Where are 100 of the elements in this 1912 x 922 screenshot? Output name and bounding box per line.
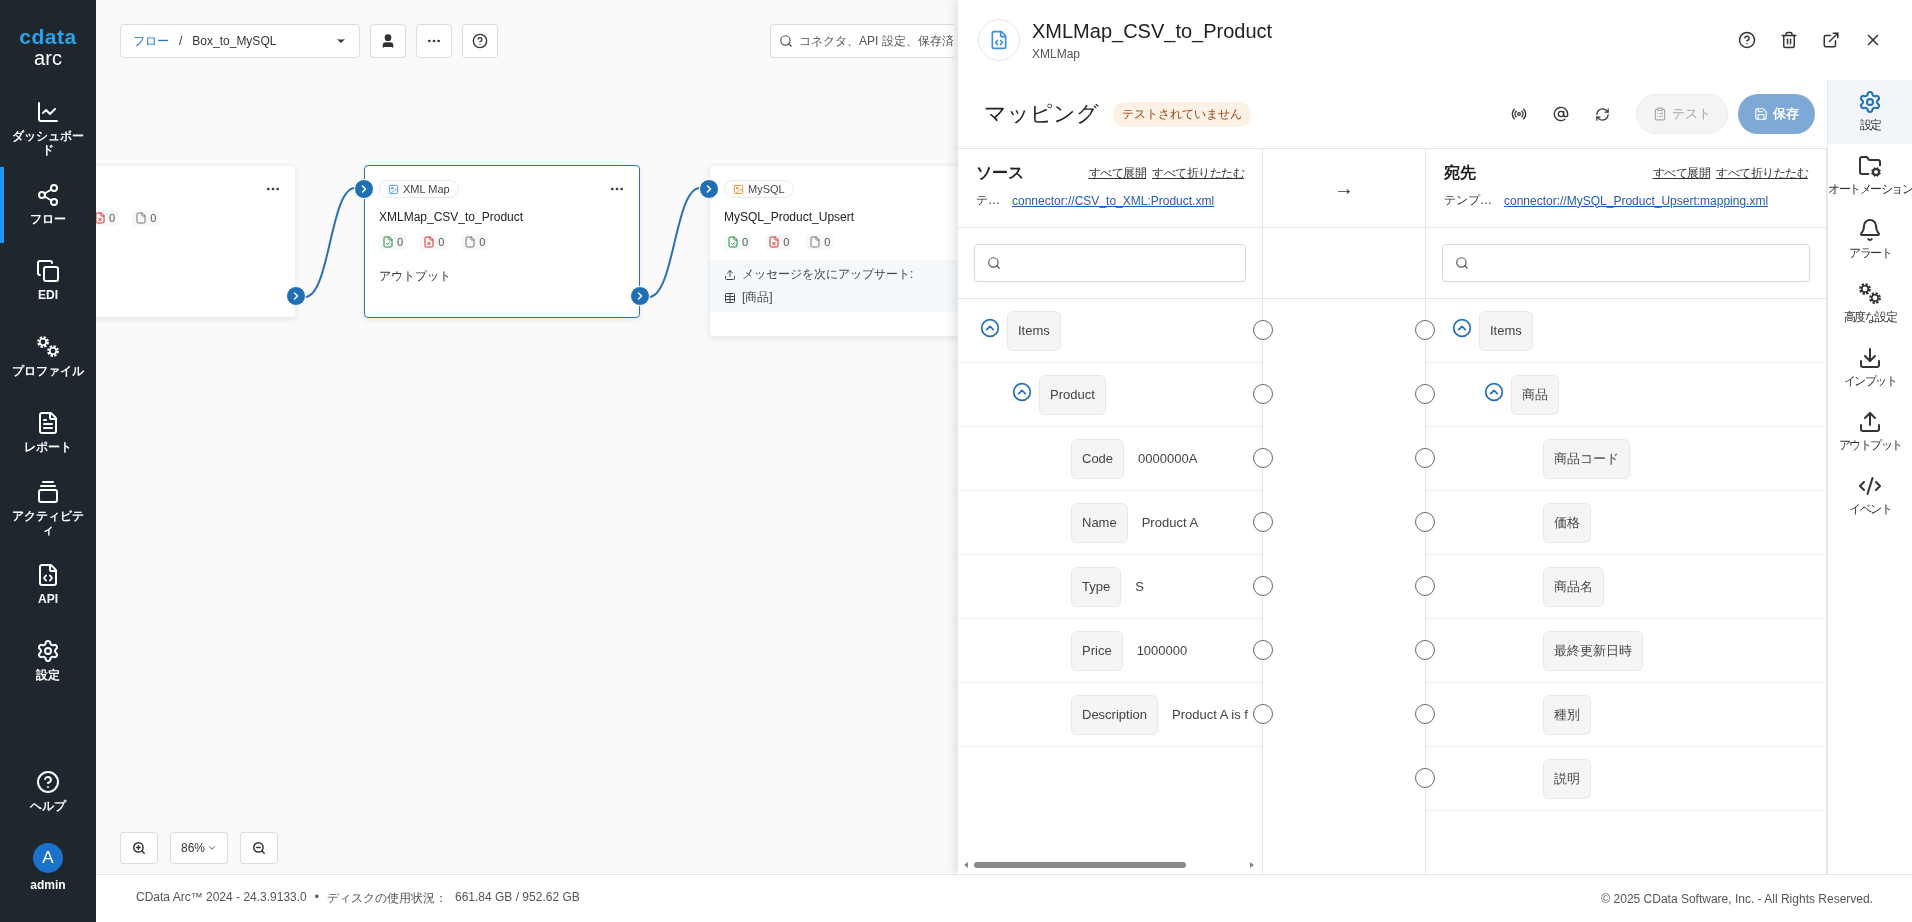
flow-icon <box>36 183 60 208</box>
mapping-handle[interactable] <box>1415 640 1435 660</box>
column-title: ソース <box>976 163 1024 183</box>
field-name: Items <box>1007 310 1061 351</box>
rail-tab[interactable]: アウトプット <box>1828 400 1912 464</box>
file-x-icon <box>96 212 106 224</box>
field-name: Items <box>1479 310 1533 351</box>
file-check-icon <box>382 236 394 248</box>
separator-dot: • <box>314 890 319 906</box>
template-link[interactable]: connector://MySQL_Product_Upsert:mapping.xml <box>1504 193 1769 208</box>
open-external-button[interactable] <box>1822 31 1840 49</box>
field-name: 商品コード <box>1543 438 1630 479</box>
collapse-toggle[interactable] <box>1484 381 1504 402</box>
template-label: テ… <box>976 192 1000 209</box>
output-port[interactable] <box>630 286 650 306</box>
save-icon <box>1754 107 1768 121</box>
user-button[interactable] <box>370 24 406 58</box>
user-menu[interactable]: A admin <box>0 830 96 906</box>
help-button[interactable] <box>1738 31 1756 49</box>
mapping-handle[interactable] <box>1415 384 1435 404</box>
delete-button[interactable] <box>1780 31 1798 49</box>
input-port[interactable] <box>699 179 719 199</box>
mapping-handle[interactable] <box>1415 704 1435 724</box>
template-link[interactable]: connector://CSV_to_XML:Product.xml <box>1012 193 1215 208</box>
avatar: A <box>33 843 63 874</box>
panel-subtitle: XMLMap <box>1032 46 1082 61</box>
nav-item[interactable]: プロファイル <box>0 319 96 395</box>
nav-item[interactable]: 設定 <box>0 623 96 699</box>
mapping-handle[interactable] <box>1415 320 1435 340</box>
nav-item[interactable]: アクティビティ <box>0 471 96 547</box>
collapse-all-link[interactable]: すべて折りたたむ <box>1716 165 1808 182</box>
nav-item[interactable]: EDI <box>0 243 96 319</box>
message-count: 0 <box>461 234 489 250</box>
action-text: メッセージを次にアップサート: <box>724 266 944 283</box>
documents-icon <box>36 259 60 284</box>
message-count: 0 <box>765 234 793 250</box>
output-port[interactable] <box>286 286 306 306</box>
search-field[interactable]: コネクタ、API 設定、保存済 <box>770 24 954 58</box>
expand-all-link[interactable]: すべて展開 <box>1088 165 1146 182</box>
field-name: 価格 <box>1543 502 1591 543</box>
field-name: 種別 <box>1543 694 1591 735</box>
horizontal-scrollbar[interactable] <box>962 860 1256 870</box>
mapping-handle[interactable] <box>1415 512 1435 532</box>
mapping-handle[interactable] <box>1253 640 1273 660</box>
field-name: 商品 <box>1511 374 1559 415</box>
zoom-out-button[interactable] <box>240 832 279 864</box>
report-icon <box>36 411 60 436</box>
zoom-in-button[interactable] <box>120 832 158 864</box>
breadcrumb-dropdown[interactable]: フロー / Box_to_MySQL <box>120 24 360 58</box>
mapping-handle[interactable] <box>1253 320 1273 340</box>
expand-all-link[interactable]: すべて展開 <box>1652 165 1710 182</box>
code-file-icon <box>36 563 60 588</box>
at-sign-button[interactable] <box>1553 106 1569 122</box>
collapse-all-link[interactable]: すべて折りたたむ <box>1152 165 1244 182</box>
gears-icon <box>1857 282 1883 306</box>
mapping-handle[interactable] <box>1253 384 1273 404</box>
version-text: CData Arc™ 2024 - 24.3.9133.0 <box>136 890 307 906</box>
mapping-handle[interactable] <box>1415 576 1435 596</box>
help-icon <box>1738 31 1756 49</box>
collapse-toggle[interactable] <box>980 317 1000 338</box>
rail-tab[interactable]: 設定 <box>1828 80 1912 144</box>
input-port[interactable] <box>354 179 374 199</box>
mapping-handle[interactable] <box>1253 576 1273 596</box>
download-icon <box>1858 346 1882 370</box>
mapping-handle[interactable] <box>1253 704 1273 724</box>
rail-tab[interactable]: アラート <box>1828 208 1912 272</box>
flow-node[interactable]: XML Map XMLMap_CSV_to_Product 0 0 0 アウトプット <box>364 165 640 318</box>
file-x-icon <box>423 236 436 248</box>
disk-usage-label: ディスクの使用状況： <box>327 890 447 907</box>
collapse-toggle[interactable] <box>1452 317 1472 338</box>
rail-tab[interactable]: インプット <box>1828 336 1912 400</box>
clipboard-icon <box>1653 107 1667 121</box>
message-count: 0 <box>379 234 407 250</box>
nav-item[interactable]: ダッシュボード <box>0 91 96 167</box>
gears-icon <box>35 335 61 360</box>
mapping-handle[interactable] <box>1415 768 1435 788</box>
field-value: S <box>1135 579 1144 594</box>
mapping-handle[interactable] <box>1253 448 1273 468</box>
collapse-toggle[interactable] <box>1012 381 1032 402</box>
connector-icon <box>733 183 744 195</box>
search-field[interactable] <box>1442 244 1810 282</box>
rail-tab[interactable]: イベント <box>1828 464 1912 528</box>
external-link-icon <box>1822 31 1840 49</box>
refresh-button[interactable] <box>1595 106 1610 122</box>
nav-item[interactable]: ヘルプ <box>0 754 96 830</box>
signal-button[interactable] <box>1511 106 1527 122</box>
nav-item[interactable]: レポート <box>0 395 96 471</box>
mapping-handle[interactable] <box>1415 448 1435 468</box>
zoom-level-dropdown[interactable]: 86% <box>170 832 229 864</box>
node-name: MySQL_Product_Upsert <box>724 210 856 224</box>
file-check-icon <box>727 236 739 248</box>
rail-tab[interactable]: 高度な設定 <box>1828 272 1912 336</box>
flow-node[interactable]: 0 0 <box>96 165 296 318</box>
field-value: 0000000A <box>1138 451 1198 466</box>
caret-icon <box>207 843 218 853</box>
flow-node[interactable]: MySQL MySQL_Product_Upsert 0 0 0 メッセージを次にアップサート: [商品] <box>709 165 959 337</box>
search-field[interactable] <box>974 244 1246 282</box>
rail-tab[interactable]: オートメーション <box>1828 144 1912 208</box>
nav-item[interactable]: API <box>0 547 96 623</box>
mapping-handle[interactable] <box>1253 512 1273 532</box>
